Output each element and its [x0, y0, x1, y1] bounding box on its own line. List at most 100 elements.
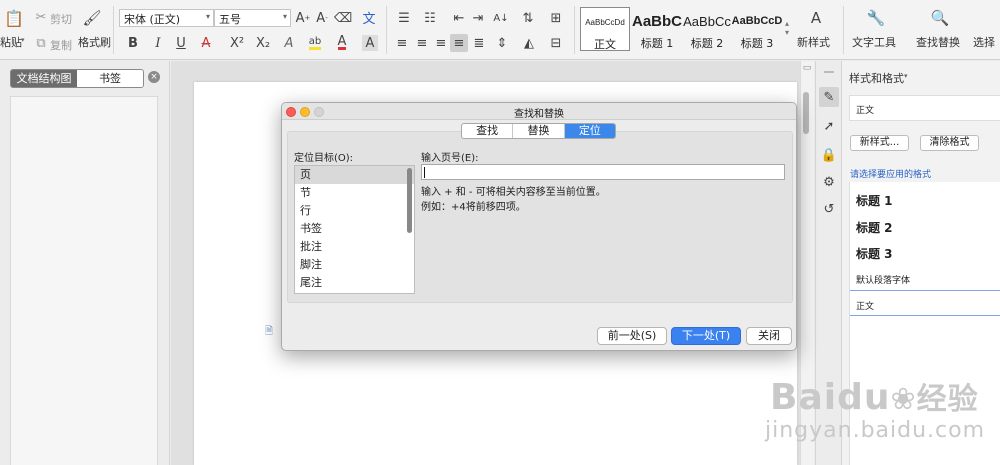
paste-icon[interactable]: 📋 [4, 8, 24, 28]
cut-button[interactable]: 剪切 [50, 11, 72, 27]
align-left-icon[interactable]: ≡ [394, 35, 410, 51]
list-scrollbar-thumb[interactable] [407, 168, 412, 233]
sort-icon[interactable]: A↓ [493, 10, 509, 26]
clear-format-button[interactable]: 清除格式 [920, 135, 979, 151]
watermark-url: jingyan.baidu.com [765, 418, 986, 443]
subscript-button[interactable]: X₂ [254, 35, 272, 51]
paste-button[interactable]: 粘贴 [0, 34, 22, 50]
list-item[interactable]: 页 [295, 166, 414, 184]
pinyin-icon[interactable]: 文 [360, 8, 378, 27]
superscript-button[interactable]: X² [228, 35, 246, 51]
tab-find[interactable]: 查找 [462, 124, 514, 138]
distributed-icon[interactable]: ≣ [471, 35, 487, 51]
split-view-icon[interactable]: ▭ [800, 62, 814, 74]
tab-bookmark[interactable]: 书签 [77, 70, 143, 87]
font-size-value: 五号 [219, 13, 241, 26]
clear-format-icon[interactable]: ⌫ [334, 10, 352, 26]
style-heading-1[interactable]: AaBbC 标题 1 [632, 7, 682, 51]
chevron-down-icon: ▾ [904, 72, 908, 80]
text-tools-button[interactable]: 文字工具 [852, 34, 896, 50]
page-marker-icon: 🗎 [264, 325, 274, 337]
close-icon[interactable]: × [148, 71, 160, 83]
page-number-input[interactable] [421, 164, 785, 180]
previous-button[interactable]: 前一处(S) [597, 327, 667, 345]
shading-icon[interactable]: ◭ [521, 35, 537, 51]
tab-replace[interactable]: 替换 [513, 124, 565, 138]
style-item-heading-1[interactable]: 标题 1 [856, 192, 893, 209]
cursor-icon[interactable]: ➚ [819, 116, 839, 136]
bold-button[interactable]: B [125, 35, 141, 51]
new-style-button[interactable]: 新样式 [797, 34, 830, 50]
lock-icon[interactable]: 🔒 [819, 145, 839, 165]
style-pen-icon[interactable]: ✎ [819, 87, 839, 107]
style-normal[interactable]: AaBbCcDd 正文 [580, 7, 630, 51]
tab-goto[interactable]: 定位 [564, 124, 615, 138]
settings-sliders-icon[interactable]: ⚙ [819, 172, 839, 192]
line-spacing-icon[interactable]: ⇅ [520, 10, 536, 26]
style-item-heading-2[interactable]: 标题 2 [856, 219, 893, 236]
font-grow-icon[interactable]: A + [296, 10, 311, 26]
paw-icon: ❀ [890, 382, 917, 417]
cut-icon[interactable]: ✂ [34, 10, 48, 25]
next-button[interactable]: 下一处(T) [671, 327, 741, 345]
justify-icon[interactable]: ≡ [450, 34, 468, 52]
ribbon-toolbar: 📋 粘贴 ▾ ✂ 剪切 ⧉ 复制 🖌 格式刷 宋体 (正文) ▾ 五号 ▾ A + A… [0, 0, 1000, 60]
bullet-list-icon[interactable]: ☰ [395, 10, 413, 26]
style-heading-3[interactable]: AaBbCcD 标题 3 [732, 7, 783, 51]
highlight-icon[interactable]: ab [306, 35, 324, 51]
paragraph-spacing-icon[interactable]: ⇕ [494, 35, 510, 51]
select-button[interactable]: 选择 [973, 34, 995, 50]
outdent-icon[interactable]: ⇤ [451, 10, 467, 26]
style-label: 标题 2 [690, 37, 724, 50]
align-center-icon[interactable]: ≡ [414, 35, 430, 51]
list-item[interactable]: 尾注 [295, 274, 414, 292]
numbered-list-icon[interactable]: ☷ [421, 10, 439, 26]
styles-scroll-icon[interactable]: ▴ ▾ [783, 8, 791, 48]
new-style-icon[interactable]: A [806, 8, 826, 28]
search-icon[interactable]: 🔍 [930, 8, 950, 28]
list-item[interactable]: 行 [295, 202, 414, 220]
style-label: 标题 3 [740, 37, 774, 50]
font-name-select[interactable]: 宋体 (正文) ▾ [119, 9, 214, 27]
copy-icon[interactable]: ⧉ [34, 36, 48, 51]
table-border-icon[interactable]: ⊟ [548, 35, 564, 51]
style-item-default-font[interactable]: 默认段落字体 [856, 273, 910, 286]
font-size-select[interactable]: 五号 ▾ [214, 9, 291, 27]
new-style-panel-button[interactable]: 新样式... [850, 135, 909, 151]
style-item-normal[interactable]: 正文 [850, 290, 1000, 316]
format-painter-button[interactable]: 格式刷 [78, 34, 111, 50]
text-effect-icon[interactable]: A [281, 35, 297, 51]
border-icon[interactable]: ⊞ [548, 10, 564, 26]
goto-target-list[interactable]: 页 节 行 书签 批注 脚注 尾注 [294, 165, 415, 294]
tab-outline[interactable]: 文档结构图 [11, 70, 77, 87]
list-item[interactable]: 批注 [295, 238, 414, 256]
wrench-icon[interactable]: 🔧 [866, 8, 886, 28]
indent-icon[interactable]: ⇥ [470, 10, 486, 26]
style-preview: AaBbCcDd [585, 17, 625, 27]
align-right-icon[interactable]: ≡ [433, 35, 449, 51]
style-heading-2[interactable]: AaBbCc 标题 2 [683, 7, 731, 51]
strikethrough-button[interactable]: A [198, 35, 214, 51]
font-color-icon[interactable]: A [334, 35, 350, 51]
list-item[interactable]: 节 [295, 184, 414, 202]
italic-button[interactable]: I [150, 35, 166, 51]
copy-button[interactable]: 复制 [50, 37, 72, 53]
scrollbar-thumb[interactable] [803, 92, 809, 134]
find-replace-button[interactable]: 查找替换 [916, 34, 960, 50]
format-painter-icon[interactable]: 🖌 [82, 8, 102, 28]
font-shrink-icon[interactable]: A- [315, 10, 329, 26]
dialog-titlebar[interactable]: 查找和替换 [282, 103, 796, 120]
grip-icon [824, 71, 834, 73]
close-button[interactable]: 关闭 [746, 327, 792, 345]
underline-button[interactable]: U [173, 35, 189, 51]
text-caret [424, 167, 425, 178]
style-item-heading-3[interactable]: 标题 3 [856, 245, 893, 262]
styles-panel-title: 样式和格式 [849, 72, 904, 85]
history-icon[interactable]: ↺ [819, 199, 839, 219]
list-item[interactable]: 书签 [295, 220, 414, 238]
watermark-brand: Baidu [770, 377, 891, 418]
char-shading-icon[interactable]: A [362, 35, 378, 51]
chevron-down-icon: ▾ [282, 12, 287, 21]
watermark-logo: Baidu❀经验 [770, 374, 979, 418]
list-item[interactable]: 脚注 [295, 256, 414, 274]
